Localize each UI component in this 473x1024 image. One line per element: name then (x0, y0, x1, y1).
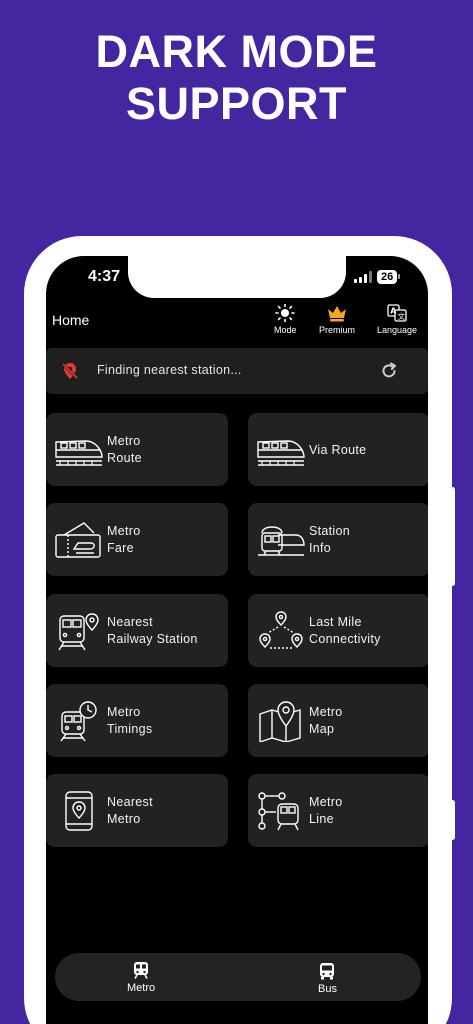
card-label: Metro Timings (107, 705, 153, 736)
card-nearest-railway-station[interactable]: Nearest Railway Station (46, 594, 228, 667)
card-last-mile-connectivity[interactable]: Last Mile Connectivity (248, 594, 428, 667)
nearest-station-bar[interactable]: Finding nearest station... (46, 348, 428, 394)
card-label: Metro Map (309, 705, 343, 736)
route-pins-icon (259, 611, 303, 649)
card-metro-line[interactable]: Metro Line (248, 774, 428, 847)
bus-icon (320, 963, 335, 980)
card-nearest-metro[interactable]: Nearest Metro (46, 774, 228, 847)
phone-location-icon (65, 791, 93, 831)
card-label: Metro Line (309, 795, 343, 826)
card-label: Last Mile Connectivity (309, 615, 381, 646)
train-clock-icon (60, 701, 97, 742)
battery-indicator: 26 (377, 270, 401, 284)
card-label: Metro Route (107, 434, 142, 465)
promo-headline: DARK MODE SUPPORT (0, 26, 473, 130)
nav-bus-tab[interactable]: Bus (318, 962, 337, 995)
nav-metro-tab[interactable]: Metro (127, 961, 155, 994)
nav-metro-label: Metro (127, 982, 156, 994)
card-label: Station Info (309, 524, 351, 555)
mode-label: Mode (274, 325, 297, 335)
phone-side-button (450, 800, 455, 840)
svg-text:A: A (390, 307, 397, 316)
promo-line-1: DARK MODE (95, 26, 378, 77)
svg-text:文: 文 (398, 311, 406, 321)
map-pin-icon (259, 701, 301, 742)
card-station-info[interactable]: Station Info (248, 503, 428, 576)
location-off-icon (61, 362, 79, 380)
card-metro-map[interactable]: Metro Map (248, 684, 428, 757)
translate-icon: A 文 (387, 304, 407, 322)
card-metro-route[interactable]: Metro Route (46, 413, 228, 486)
promo-line-2: SUPPORT (125, 78, 348, 129)
card-metro-fare[interactable]: Metro Fare (46, 503, 228, 576)
premium-label: Premium (319, 325, 356, 335)
premium-button[interactable]: Premium (319, 304, 355, 335)
refresh-icon[interactable] (379, 361, 399, 381)
metro-train-icon (55, 440, 103, 466)
bottom-navigation: Metro Bus (55, 953, 421, 1001)
railway-station-icon (58, 613, 99, 651)
phone-side-button (450, 487, 455, 586)
card-via-route[interactable]: Via Route (248, 413, 428, 486)
status-indicators: 26 (354, 270, 401, 284)
card-label: Nearest Metro (107, 795, 153, 826)
language-button[interactable]: A 文 Language (377, 304, 417, 335)
sun-icon (275, 304, 296, 322)
language-label: Language (377, 325, 418, 335)
card-label: Nearest Railway Station (107, 615, 198, 646)
nearest-station-text: Finding nearest station... (97, 363, 242, 377)
metro-line-icon (258, 792, 299, 831)
signal-icon (354, 271, 372, 283)
station-icon (258, 526, 305, 556)
page-title: Home (52, 312, 90, 328)
app-screen: 4:37 26 Home Mode Premium A 文 Language F… (46, 256, 428, 1024)
card-label: Via Route (309, 443, 367, 457)
metro-train-icon (257, 440, 305, 466)
mode-button[interactable]: Mode (274, 304, 297, 335)
phone-notch (128, 256, 346, 298)
train-icon (134, 962, 149, 979)
card-label: Metro Fare (107, 524, 141, 555)
status-time: 4:37 (88, 268, 121, 285)
ticket-icon (55, 522, 101, 558)
nav-bus-label: Bus (318, 983, 337, 995)
card-metro-timings[interactable]: Metro Timings (46, 684, 228, 757)
crown-icon (328, 306, 346, 322)
